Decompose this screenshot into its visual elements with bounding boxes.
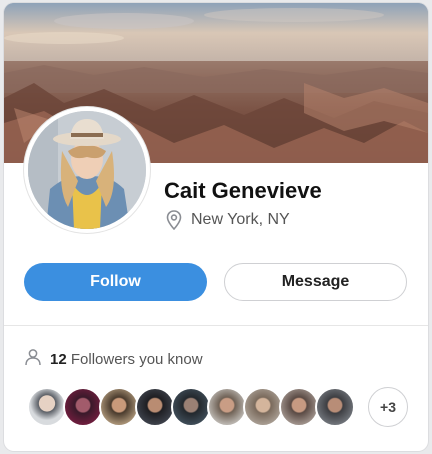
- profile-location: New York, NY: [166, 210, 290, 230]
- mutual-followers: 12 Followers you know: [24, 348, 203, 370]
- follower-avatar[interactable]: [243, 387, 283, 427]
- follower-avatar[interactable]: [27, 387, 67, 427]
- avatar[interactable]: [24, 107, 150, 233]
- map-pin-icon: [166, 210, 182, 230]
- follower-avatar[interactable]: [207, 387, 247, 427]
- follower-avatar[interactable]: [171, 387, 211, 427]
- divider: [4, 325, 428, 326]
- profile-name: Cait Genevieve: [164, 178, 322, 203]
- follower-avatar[interactable]: [279, 387, 319, 427]
- follow-button[interactable]: Follow: [24, 263, 207, 301]
- more-followers-button[interactable]: +3: [368, 387, 408, 427]
- follower-avatar[interactable]: [315, 387, 355, 427]
- location-text: New York, NY: [191, 211, 290, 228]
- follower-avatar[interactable]: [135, 387, 175, 427]
- followers-label: Followers you know: [70, 350, 203, 368]
- followers-count: 12: [50, 350, 67, 368]
- profile-card: Cait Genevieve New York, NY Follow Messa…: [4, 3, 428, 451]
- message-button[interactable]: Message: [224, 263, 407, 301]
- user-icon: [24, 348, 42, 370]
- follower-avatar[interactable]: [63, 387, 103, 427]
- followers-text: 12 Followers you know: [50, 351, 203, 368]
- follower-avatar[interactable]: [99, 387, 139, 427]
- avatar-photo: [28, 111, 146, 229]
